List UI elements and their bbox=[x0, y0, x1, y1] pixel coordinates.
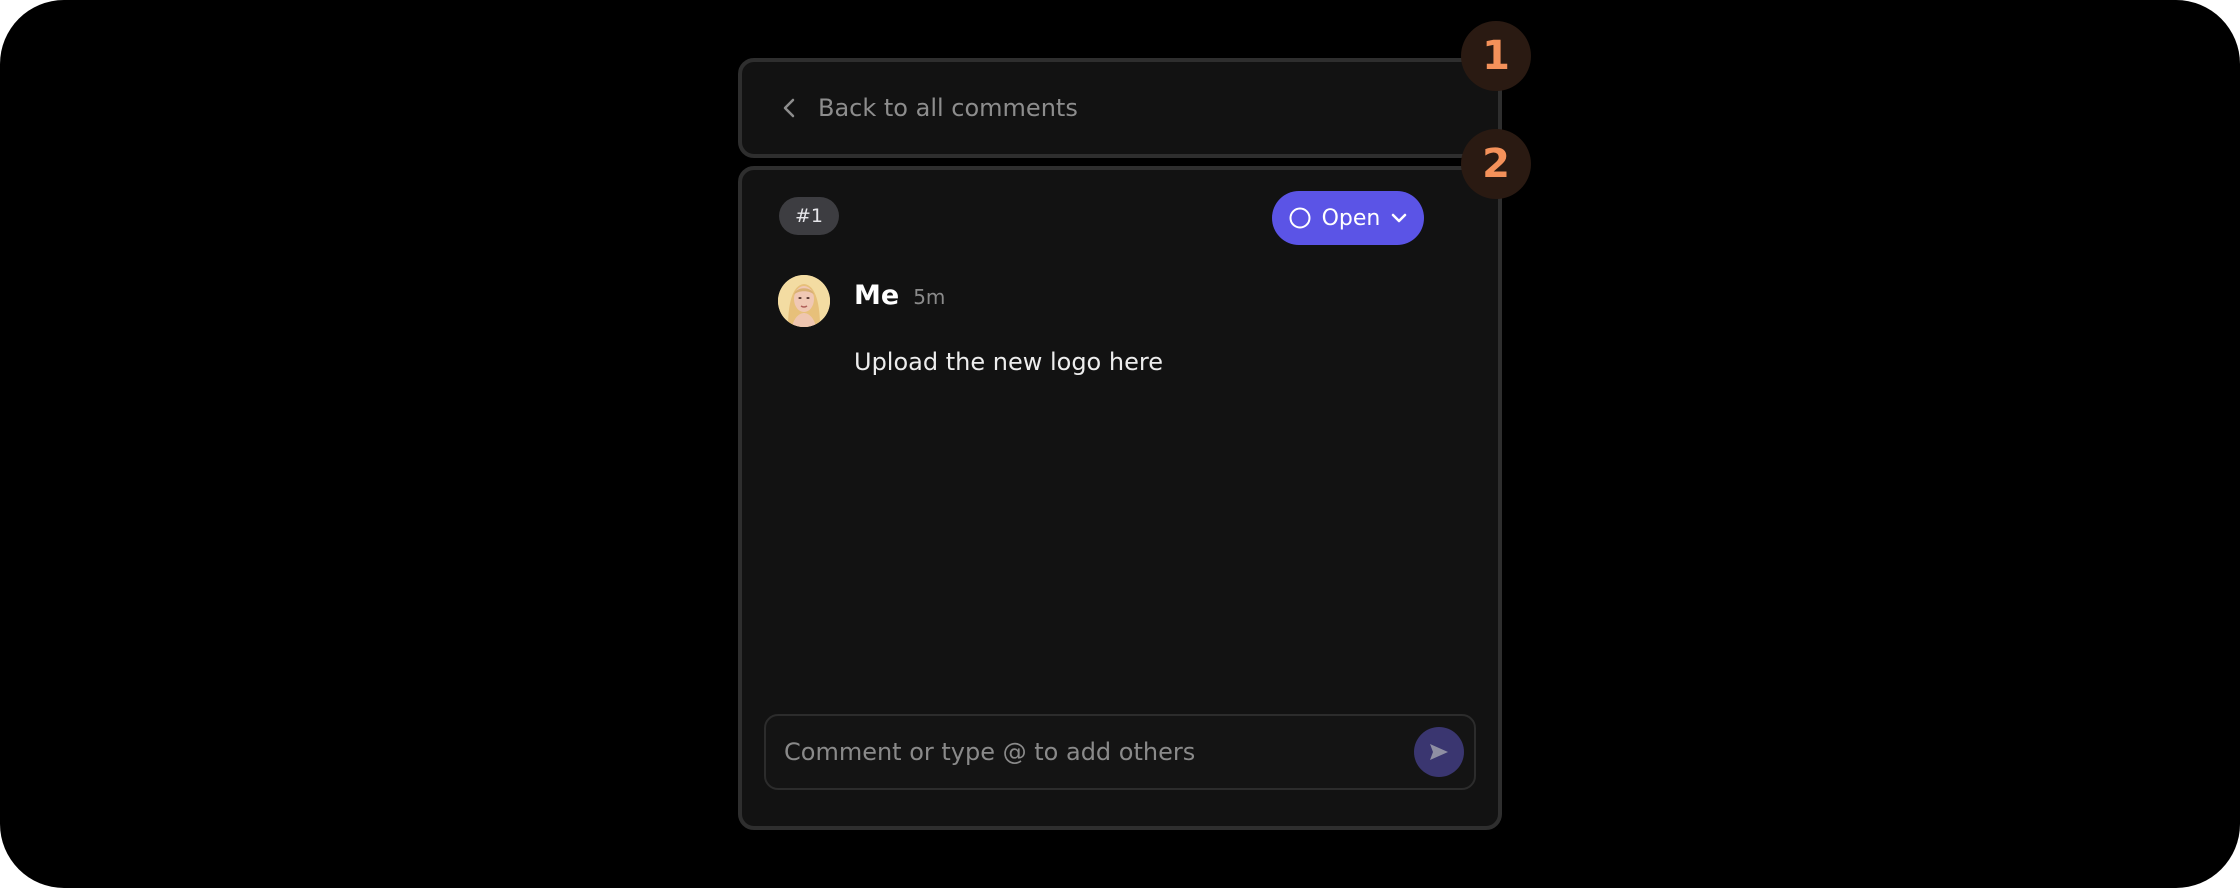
author-name: Me bbox=[854, 280, 900, 311]
canvas-background: Back to all comments #1 Open Me 5m Uploa… bbox=[0, 0, 2240, 888]
comment-thread-panel: #1 Open Me 5m Upload the new logo here C… bbox=[738, 166, 1502, 830]
comment-body: Upload the new logo here bbox=[854, 348, 1163, 376]
user-portrait-icon bbox=[778, 275, 830, 327]
send-button[interactable] bbox=[1414, 727, 1464, 777]
back-navigation-panel: Back to all comments bbox=[738, 58, 1502, 158]
status-label: Open bbox=[1321, 205, 1381, 231]
back-to-comments-link[interactable]: Back to all comments bbox=[782, 62, 1078, 154]
comment-id-badge: #1 bbox=[779, 197, 840, 235]
circle-outline-icon bbox=[1289, 207, 1311, 229]
comment-composer bbox=[764, 714, 1476, 790]
status-dropdown-button[interactable]: Open bbox=[1272, 191, 1424, 245]
chevron-left-icon bbox=[783, 98, 795, 118]
avatar bbox=[778, 275, 830, 327]
send-icon bbox=[1430, 744, 1448, 760]
step-marker-1: 1 bbox=[1461, 21, 1531, 91]
comment-input[interactable] bbox=[784, 716, 1384, 788]
comment-author-row: Me 5m bbox=[854, 280, 945, 311]
comment-timestamp: 5m bbox=[913, 285, 946, 309]
back-link-label: Back to all comments bbox=[818, 94, 1078, 122]
chevron-down-icon bbox=[1392, 213, 1407, 223]
step-marker-2: 2 bbox=[1461, 129, 1531, 199]
